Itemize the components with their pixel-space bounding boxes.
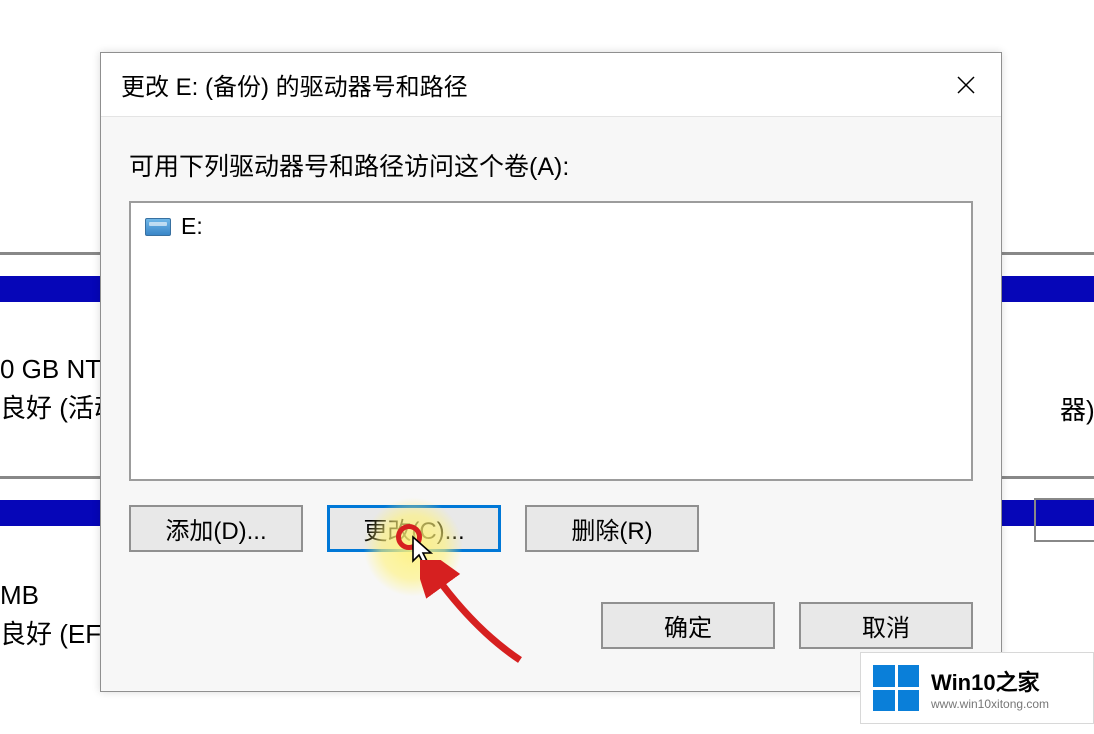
action-button-row: 添加(D)... 更改(C)... 删除(R) [129, 505, 973, 552]
cancel-button[interactable]: 取消 [799, 602, 973, 649]
watermark-title: Win10之家 [931, 665, 1049, 697]
remove-button[interactable]: 删除(R) [525, 505, 699, 552]
list-item-label: E: [181, 213, 203, 240]
dialog-content: 可用下列驱动器号和路径访问这个卷(A): E: 添加(D)... 更改(C)..… [101, 117, 1001, 691]
change-drive-letter-dialog: 更改 E: (备份) 的驱动器号和路径 可用下列驱动器号和路径访问这个卷(A):… [100, 52, 1002, 692]
close-icon [954, 73, 978, 97]
close-button[interactable] [931, 53, 1001, 117]
change-button[interactable]: 更改(C)... [327, 505, 501, 552]
watermark-url: www.win10xitong.com [931, 697, 1049, 711]
list-item[interactable]: E: [141, 211, 961, 242]
confirm-button-row: 确定 取消 [129, 602, 973, 649]
dialog-title: 更改 E: (备份) 的驱动器号和路径 [121, 67, 931, 102]
watermark: Win10之家 www.win10xitong.com [860, 652, 1094, 724]
description-label: 可用下列驱动器号和路径访问这个卷(A): [129, 147, 973, 183]
add-button[interactable]: 添加(D)... [129, 505, 303, 552]
drive-letter-listbox[interactable]: E: [129, 201, 973, 481]
ok-button[interactable]: 确定 [601, 602, 775, 649]
bg-right-box [1034, 498, 1094, 542]
watermark-text: Win10之家 www.win10xitong.com [931, 665, 1049, 711]
windows-logo-icon [873, 665, 919, 711]
bg-right-fragment: 器) [1060, 390, 1094, 427]
drive-icon [145, 218, 171, 236]
titlebar: 更改 E: (备份) 的驱动器号和路径 [101, 53, 1001, 117]
